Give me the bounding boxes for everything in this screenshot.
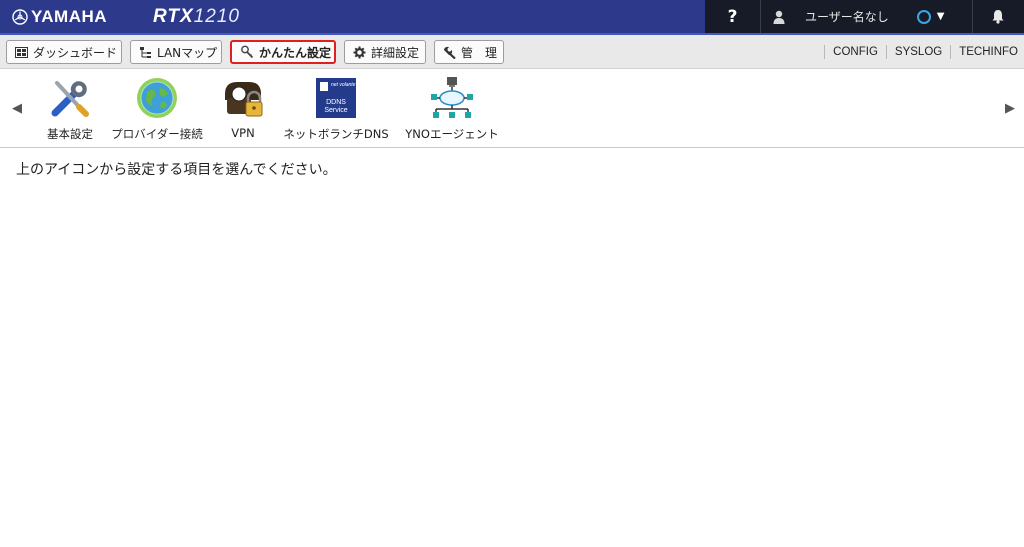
dashboard-button[interactable]: ダッシュボード <box>6 40 122 64</box>
dashboard-label: ダッシュボード <box>33 45 118 60</box>
advanced-settings-label: 詳細設定 <box>371 45 420 60</box>
icon-basic-settings-label: 基本設定 <box>47 127 93 141</box>
model-prefix: RTX <box>153 5 194 27</box>
easy-setup-button[interactable]: かんたん設定 <box>230 40 336 64</box>
link-separator <box>885 45 887 59</box>
ddns-badge-subtitle: Service <box>324 107 347 114</box>
gear-icon <box>353 46 366 59</box>
techinfo-link[interactable]: TECHINFO <box>959 46 1018 58</box>
brand-area: YAMAHA RTX1210 <box>0 0 705 33</box>
user-menu[interactable]: ユーザー名なし ▼ <box>761 0 973 33</box>
header-controls: ? ユーザー名なし ▼ <box>705 0 1024 33</box>
icon-netvolante-dns-label: ネットボランチDNS <box>283 127 389 141</box>
bell-icon <box>992 10 1004 24</box>
chevron-down-icon: ▼ <box>936 11 945 22</box>
setup-icon-bar: ◀ 基本設定 プロバイダー接続 VPN net volante DDNS Ser… <box>0 70 1024 148</box>
lan-map-label: LANマップ <box>157 45 218 60</box>
icon-vpn-label: VPN <box>231 126 255 140</box>
user-icon <box>773 10 785 24</box>
network-tree-icon <box>430 76 474 120</box>
icon-basic-settings[interactable]: 基本設定 <box>45 76 95 142</box>
status-indicator-icon <box>916 9 931 24</box>
icon-yno-agent-label: YNOエージェント <box>405 127 499 141</box>
scroll-left-button[interactable]: ◀ <box>9 98 25 118</box>
icon-provider-connection-label: プロバイダー接続 <box>111 127 203 141</box>
dashboard-icon <box>15 46 28 58</box>
easy-setup-icon <box>240 45 254 59</box>
icon-provider-connection[interactable]: プロバイダー接続 <box>110 76 204 142</box>
vpn-lock-icon <box>221 76 265 120</box>
instruction-text: 上のアイコンから設定する項目を選んでください。 <box>16 162 337 178</box>
ddns-service-icon: net volante DDNS Service <box>314 76 358 120</box>
icon-vpn[interactable]: VPN <box>220 76 266 140</box>
icon-netvolante-dns[interactable]: net volante DDNS Service ネットボランチDNS <box>282 76 390 142</box>
lan-map-button[interactable]: LANマップ <box>130 40 222 64</box>
management-button[interactable]: 管 理 <box>434 40 504 64</box>
globe-icon <box>135 76 179 120</box>
notification-button[interactable] <box>973 0 1023 33</box>
icon-yno-agent[interactable]: YNOエージェント <box>404 76 500 142</box>
ddns-badge-brand: net volante <box>331 82 356 88</box>
top-header: YAMAHA RTX1210 ? ユーザー名なし ▼ <box>0 0 1024 35</box>
tools-icon <box>48 76 92 120</box>
user-name: ユーザー名なし <box>805 10 889 24</box>
config-link[interactable]: CONFIG <box>833 46 878 58</box>
syslog-link[interactable]: SYSLOG <box>895 46 942 58</box>
ddns-badge-title: DDNS <box>326 99 346 106</box>
main-toolbar: ダッシュボード LANマップ かんたん設定 詳細設定 管 理 CONFIG SY… <box>0 35 1024 69</box>
yamaha-emblem-icon <box>12 8 28 25</box>
wrench-icon <box>443 46 456 59</box>
scroll-right-button[interactable]: ▶ <box>1002 98 1018 118</box>
chevron-left-icon: ◀ <box>12 100 22 116</box>
top-links: CONFIG SYSLOG TECHINFO <box>816 35 1018 69</box>
advanced-settings-button[interactable]: 詳細設定 <box>344 40 426 64</box>
link-separator <box>950 45 952 59</box>
brand-name: YAMAHA <box>31 6 108 26</box>
chevron-right-icon: ▶ <box>1005 100 1015 116</box>
easy-setup-label: かんたん設定 <box>259 45 332 60</box>
help-button[interactable]: ? <box>705 0 761 33</box>
lan-map-icon <box>139 46 152 59</box>
yamaha-logo[interactable]: YAMAHA <box>12 7 107 27</box>
link-separator <box>824 45 826 59</box>
help-icon: ? <box>727 6 738 27</box>
model-number: 1210 <box>193 5 240 27</box>
model-name: RTX1210 <box>153 6 240 28</box>
management-label: 管 理 <box>461 45 498 60</box>
